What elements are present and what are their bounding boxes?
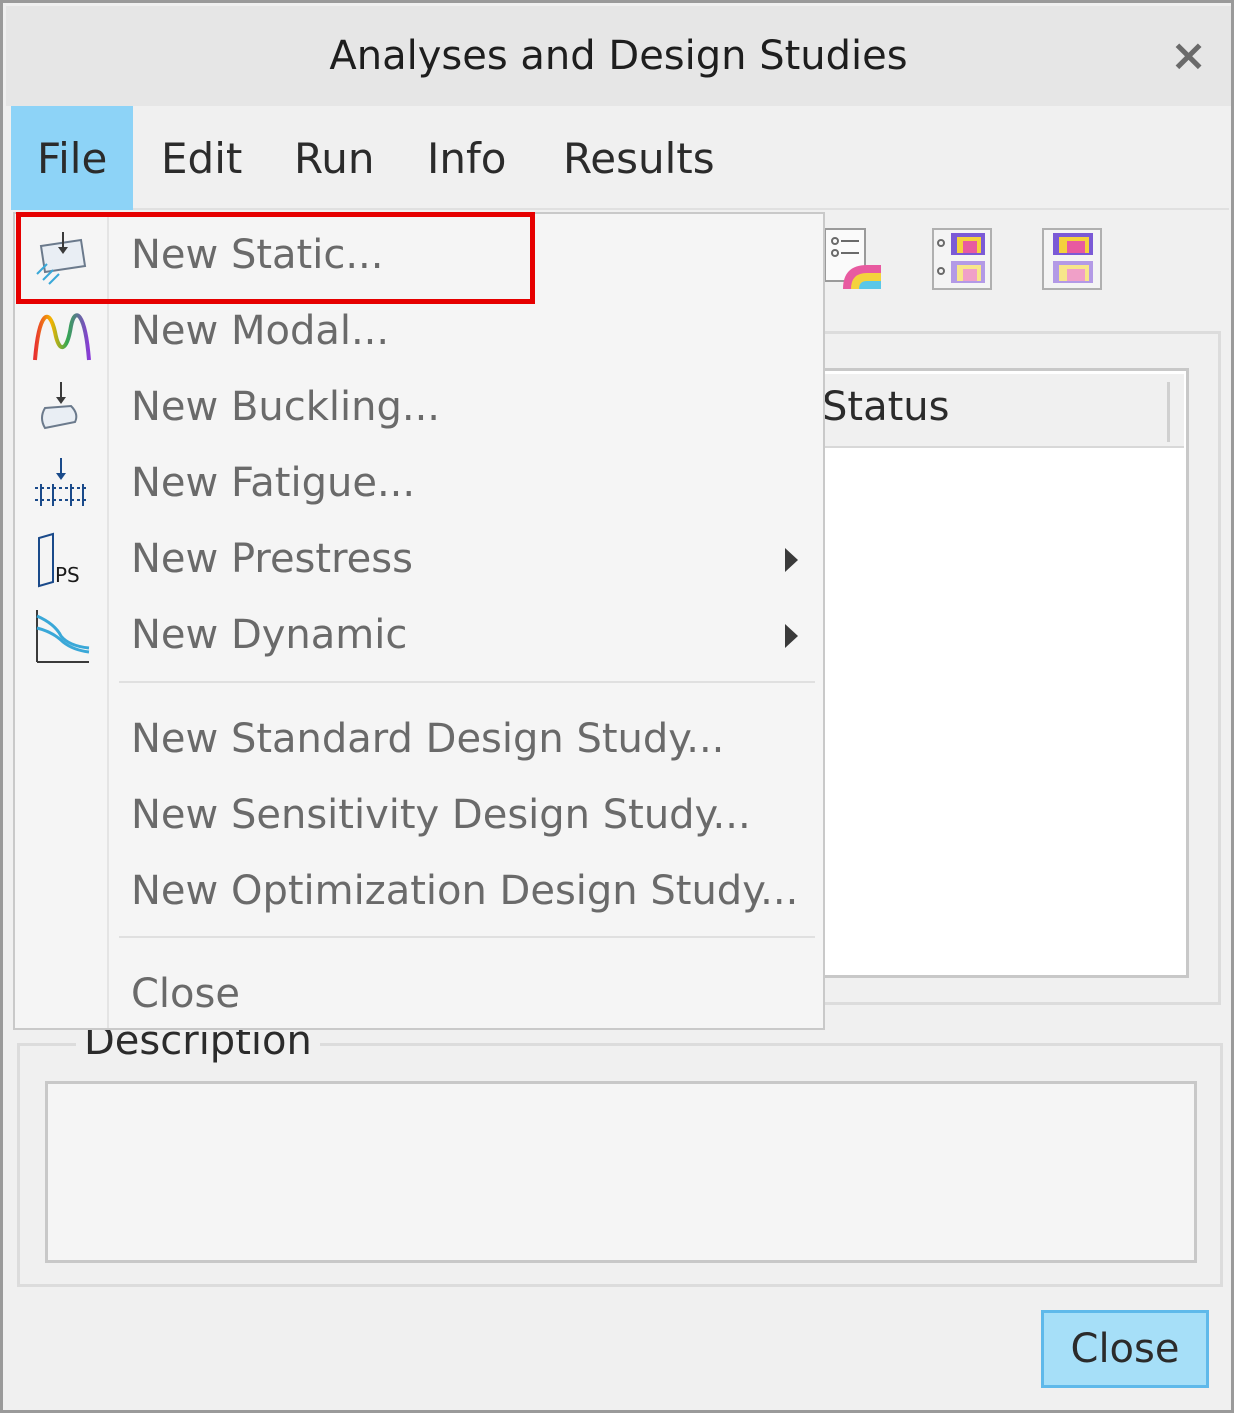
dialog-title: Analyses and Design Studies [329,33,908,79]
menu-item-new-static[interactable]: New Static... [15,218,823,292]
menu-separator [119,936,815,938]
menu-item-label: Close [131,971,240,1017]
menu-results-label: Results [563,133,715,183]
menu-item-label: New Dynamic [131,612,408,658]
menu-item-label: New Static... [131,232,384,278]
menu-item-new-buckling[interactable]: New Buckling... [15,370,823,444]
menu-results[interactable]: Results [563,106,715,210]
menu-item-new-sensitivity-design-study[interactable]: New Sensitivity Design Study... [15,778,823,852]
buckling-analysis-icon [31,378,93,440]
svg-text:PS: PS [55,563,80,587]
results-compare-icon[interactable] [931,227,993,293]
results-list-icon[interactable] [823,227,885,293]
menu-item-label: New Fatigue... [131,460,416,506]
close-button-label: Close [1070,1326,1180,1372]
menu-item-new-modal[interactable]: New Modal... [15,294,823,368]
menu-item-label: New Sensitivity Design Study... [131,792,751,838]
menu-item-new-optimization-design-study[interactable]: New Optimization Design Study... [15,854,823,928]
menu-item-label: New Optimization Design Study... [131,868,799,914]
close-button[interactable]: Close [1041,1310,1209,1388]
modal-analysis-icon [31,302,93,364]
prestress-analysis-icon: PS [31,530,93,592]
static-analysis-icon [31,226,93,288]
title-bar: Analyses and Design Studies × [6,6,1231,106]
menu-item-close[interactable]: Close [15,957,823,1031]
description-field[interactable] [45,1081,1197,1263]
submenu-arrow-icon [785,624,798,648]
description-group: Description [17,1018,1223,1287]
analyses-dialog: Analyses and Design Studies × File Edit … [0,0,1234,1413]
fatigue-analysis-icon [31,454,93,516]
results-stack-icon[interactable] [1041,227,1103,293]
submenu-arrow-icon [785,548,798,572]
menu-run-label: Run [294,133,375,183]
menu-file-label: File [37,133,108,183]
column-divider[interactable] [1167,382,1170,442]
close-icon[interactable]: × [1170,34,1207,78]
menu-info-label: Info [427,133,507,183]
menu-item-label: New Buckling... [131,384,441,430]
menu-info[interactable]: Info [427,106,507,210]
dynamic-analysis-icon [31,606,93,668]
menu-item-label: New Modal... [131,308,390,354]
status-column-header[interactable]: Status [822,384,949,430]
menu-item-label: New Standard Design Study... [131,716,725,762]
menu-item-new-standard-design-study[interactable]: New Standard Design Study... [15,702,823,776]
menu-item-new-dynamic[interactable]: New Dynamic [15,598,823,672]
menu-item-new-prestress[interactable]: PS New Prestress [15,522,823,596]
menu-separator [119,681,815,683]
menu-file[interactable]: File [11,106,133,210]
menu-edit[interactable]: Edit [161,106,242,210]
file-menu-dropdown: New Static... New Modal... New Buckling.… [13,212,825,1030]
menu-item-label: New Prestress [131,536,413,582]
menu-item-new-fatigue[interactable]: New Fatigue... [15,446,823,520]
menu-edit-label: Edit [161,133,243,183]
menu-bar: File Edit Run Info Results [11,106,1229,210]
menu-run[interactable]: Run [294,106,375,210]
